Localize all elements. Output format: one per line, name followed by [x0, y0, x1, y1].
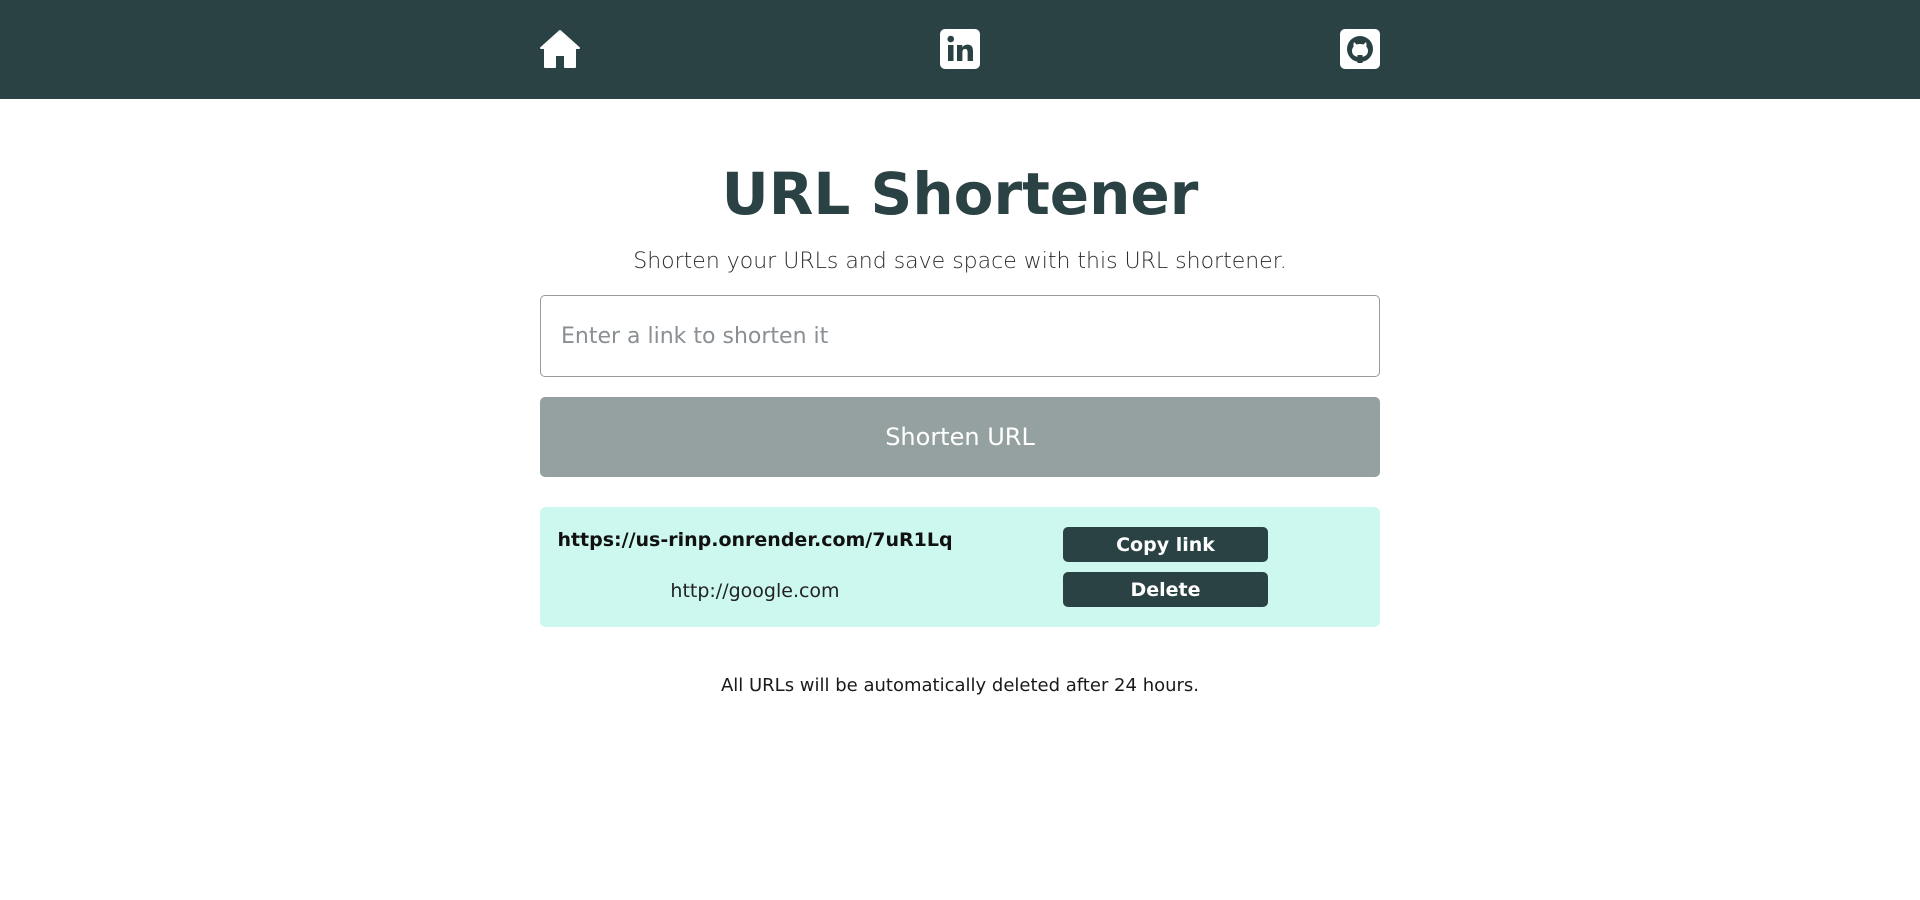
main-content: URL Shortener Shorten your URLs and save…	[540, 99, 1380, 696]
linkedin-icon[interactable]	[939, 28, 981, 70]
shorten-url-button[interactable]: Shorten URL	[540, 397, 1380, 477]
url-input[interactable]	[540, 295, 1380, 377]
expiry-note: All URLs will be automatically deleted a…	[720, 675, 1200, 696]
copy-link-button[interactable]: Copy link	[1063, 527, 1268, 562]
page-title: URL Shortener	[721, 160, 1199, 228]
top-navigation-bar	[0, 0, 1920, 99]
page-subtitle: Shorten your URLs and save space with th…	[633, 249, 1287, 274]
delete-button[interactable]: Delete	[1063, 572, 1268, 607]
short-url-link[interactable]: https://us-rinp.onrender.com/7uR1Lq	[540, 529, 970, 551]
original-url-text: http://google.com	[670, 580, 840, 602]
home-icon[interactable]	[539, 28, 581, 70]
github-icon[interactable]	[1339, 28, 1381, 70]
result-card: https://us-rinp.onrender.com/7uR1Lq http…	[540, 507, 1380, 627]
